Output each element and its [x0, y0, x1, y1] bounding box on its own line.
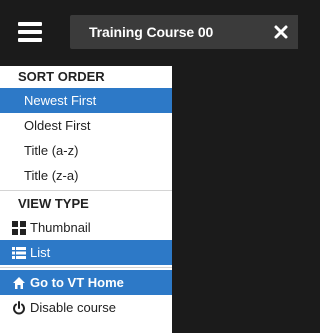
view-list[interactable]: List	[0, 240, 172, 265]
power-icon	[13, 300, 25, 314]
disable-course[interactable]: Disable course	[0, 295, 172, 320]
hamburger-menu-icon[interactable]	[10, 14, 50, 50]
view-thumbnail[interactable]: Thumbnail	[0, 215, 172, 240]
sort-newest-first[interactable]: Newest First	[0, 88, 172, 113]
view-type-heading: VIEW TYPE	[18, 196, 89, 211]
menu-divider	[0, 267, 172, 268]
sort-title-za[interactable]: Title (z-a)	[0, 163, 172, 188]
sort-title-az[interactable]: Title (a-z)	[0, 138, 172, 163]
disable-course-label: Disable course	[30, 300, 116, 315]
course-options-menu: SORT ORDER Newest First Oldest First Tit…	[0, 66, 172, 333]
grid-icon	[12, 220, 26, 235]
close-icon[interactable]	[272, 23, 290, 41]
menu-divider	[0, 190, 172, 191]
go-to-vt-home[interactable]: Go to VT Home	[0, 270, 172, 295]
view-thumbnail-label: Thumbnail	[30, 220, 91, 235]
go-to-vt-home-label: Go to VT Home	[30, 275, 124, 290]
menu-bar	[18, 22, 42, 26]
view-list-label: List	[30, 245, 51, 260]
home-icon	[13, 276, 25, 289]
menu-bar	[18, 30, 42, 34]
course-title: Training Course 00	[89, 24, 214, 40]
sort-order-heading: SORT ORDER	[18, 69, 105, 84]
top-bar: Training Course 00	[0, 0, 298, 62]
course-tab[interactable]: Training Course 00	[70, 15, 298, 49]
menu-bar	[18, 38, 42, 42]
sort-oldest-first[interactable]: Oldest First	[0, 113, 172, 138]
list-icon	[12, 246, 26, 259]
